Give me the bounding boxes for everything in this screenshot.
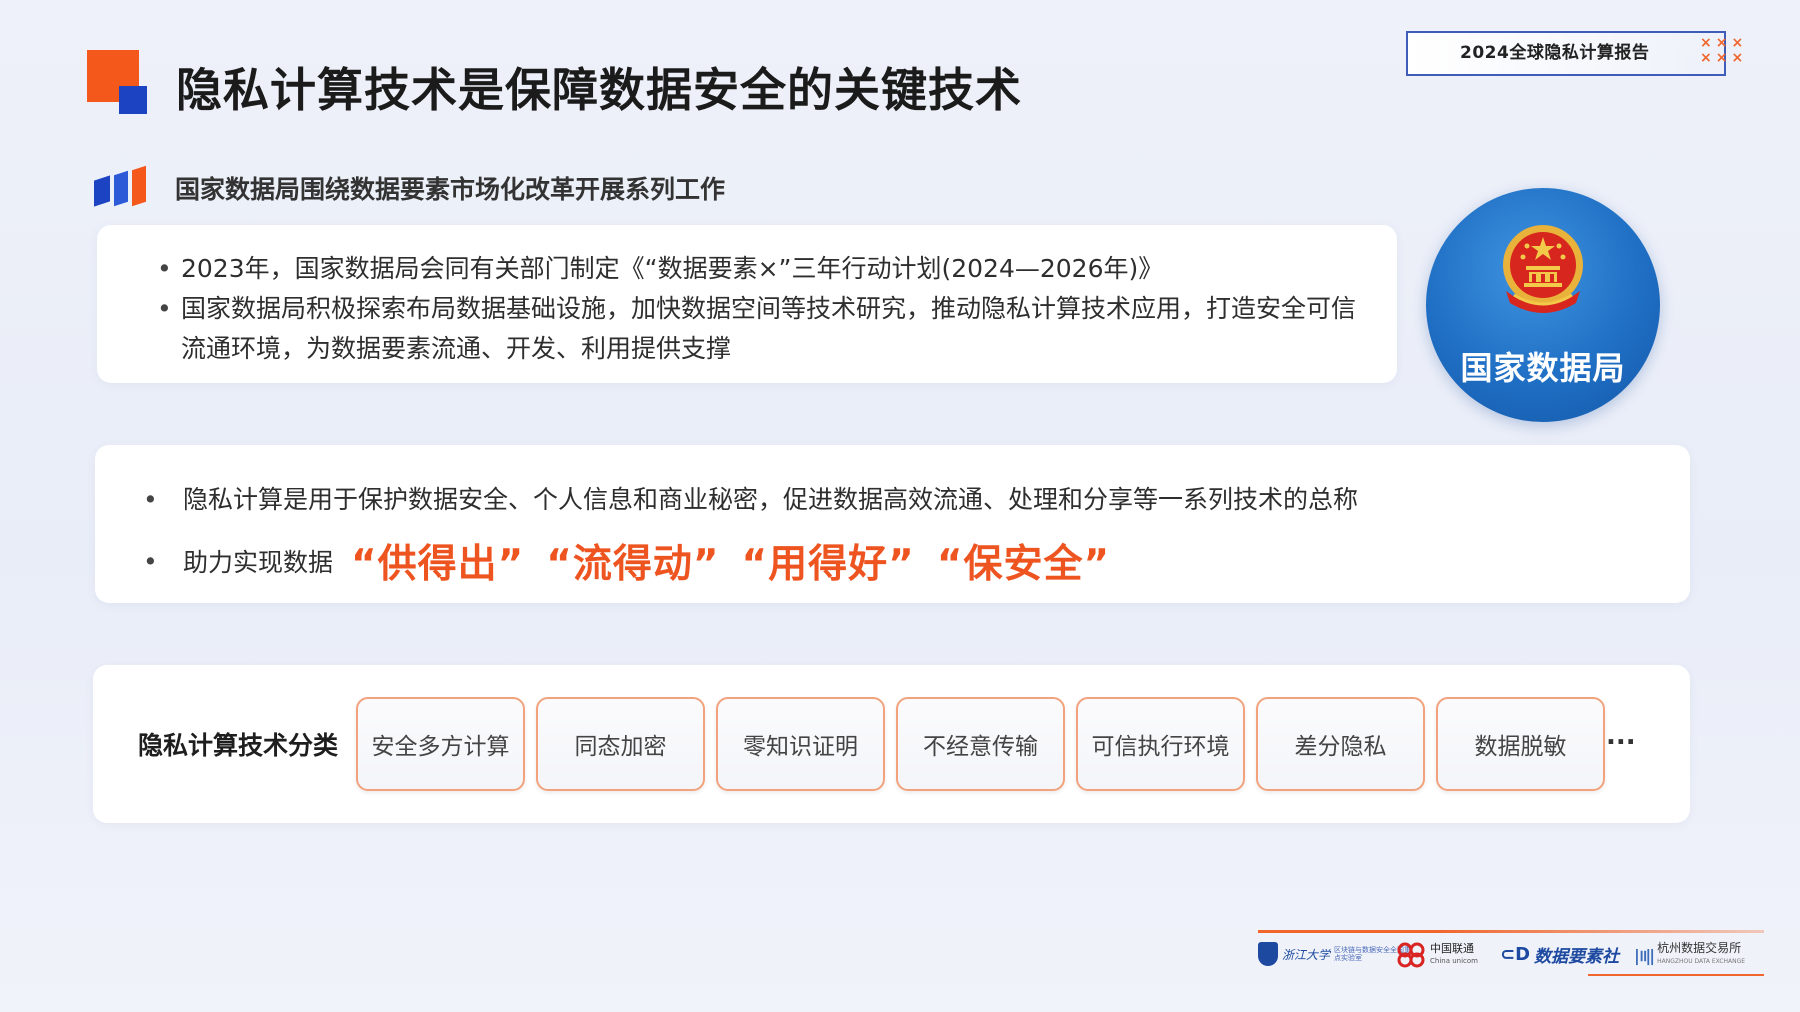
classification-label: 隐私计算技术分类 xyxy=(138,731,339,760)
unicom-knot-icon xyxy=(1397,942,1425,968)
footer-underline xyxy=(1588,974,1764,976)
blue-square-shape xyxy=(119,86,147,114)
hz-exchange-logo: |॥|| 杭州数据交易所 HANGZHOU DATA EXCHANGE xyxy=(1634,942,1745,968)
definition-line: • 隐私计算是用于保护数据安全、个人信息和商业秘密，促进数据高效流通、处理和分享等… xyxy=(143,480,1358,516)
goals-prefix: 助力实现数据 xyxy=(183,548,334,577)
title-logo-mark xyxy=(87,50,147,114)
bar-bullet-icon xyxy=(94,165,146,207)
policy-bullet-1: 2023年，国家数据局会同有关部门制定《“数据要素×”三年行动计划(2024—2… xyxy=(157,249,1372,289)
goal-highlight-2: “流得动” xyxy=(546,542,720,587)
partner-logos: 浙江大学 区块链与数据安全全国重点实验室 中国联通 China unicom ⊂D… xyxy=(1258,930,1764,976)
tag-oblivious-transfer: 不经意传输 xyxy=(896,697,1065,791)
bullet-dot: • xyxy=(143,485,158,514)
tag-homomorphic-encryption: 同态加密 xyxy=(536,697,705,791)
policy-card: 2023年，国家数据局会同有关部门制定《“数据要素×”三年行动计划(2024—2… xyxy=(97,225,1397,383)
policy-bullet-list: 2023年，国家数据局会同有关部门制定《“数据要素×”三年行动计划(2024—2… xyxy=(157,249,1372,369)
classification-card: 隐私计算技术分类 安全多方计算 同态加密 零知识证明 不经意传输 可信执行环境 … xyxy=(93,665,1690,823)
tag-secure-multiparty-computation: 安全多方计算 xyxy=(356,697,525,791)
national-data-bureau-label: 国家数据局 xyxy=(1460,349,1626,387)
section-subtitle: 国家数据局围绕数据要素市场化改革开展系列工作 xyxy=(175,175,726,204)
bullet-dot: • xyxy=(143,546,158,576)
unicom-name: 中国联通 China unicom xyxy=(1430,942,1478,966)
report-badge: 2024全球隐私计算报告 xyxy=(1406,31,1726,76)
technology-tag-list: 安全多方计算 同态加密 零知识证明 不经意传输 可信执行环境 差分隐私 数据脱敏 xyxy=(356,697,1605,791)
tag-zero-knowledge-proof: 零知识证明 xyxy=(716,697,885,791)
goals-line: • 助力实现数据 “供得出” “流得动” “用得好” “保安全” xyxy=(143,533,1110,589)
goal-highlight-4: “保安全” xyxy=(936,542,1111,587)
national-emblem-icon xyxy=(1503,225,1583,313)
policy-bullet-2: 国家数据局积极探索布局数据基础设施，加快数据空间等技术研究，推动隐私计算技术应用… xyxy=(157,289,1372,369)
definition-text: 隐私计算是用于保护数据安全、个人信息和商业秘密，促进数据高效流通、处理和分享等一… xyxy=(183,485,1359,514)
zju-shield-icon xyxy=(1258,942,1278,966)
footer-divider xyxy=(1258,930,1764,933)
sjys-name: 数据要素社 xyxy=(1534,947,1620,967)
tag-data-masking: 数据脱敏 xyxy=(1436,697,1605,791)
more-ellipsis: ... xyxy=(1606,721,1636,751)
sjys-mark-icon: ⊂D xyxy=(1500,944,1531,965)
definition-card: • 隐私计算是用于保护数据安全、个人信息和商业秘密，促进数据高效流通、处理和分享等… xyxy=(95,445,1690,603)
goal-highlight-3: “用得好” xyxy=(741,542,915,587)
goal-highlight-1: “供得出” xyxy=(351,542,525,587)
unicom-logo: 中国联通 China unicom xyxy=(1396,942,1478,968)
page-title: 隐私计算技术是保障数据安全的关键技术 xyxy=(176,63,1022,117)
zju-logo: 浙江大学 区块链与数据安全全国重点实验室 xyxy=(1258,942,1414,966)
hz-exchange-name: 杭州数据交易所 HANGZHOU DATA EXCHANGE xyxy=(1657,941,1746,966)
hz-exchange-mark-icon: |॥|| xyxy=(1634,946,1655,965)
tag-differential-privacy: 差分隐私 xyxy=(1256,697,1425,791)
cross-marks-decoration-icon: ××× ××× xyxy=(1700,35,1748,66)
national-data-bureau-badge: 国家数据局 xyxy=(1426,188,1660,422)
tag-trusted-execution-environment: 可信执行环境 xyxy=(1076,697,1245,791)
zju-name: 浙江大学 xyxy=(1282,947,1331,962)
sjys-logo: ⊂D 数据要素社 xyxy=(1500,942,1619,967)
